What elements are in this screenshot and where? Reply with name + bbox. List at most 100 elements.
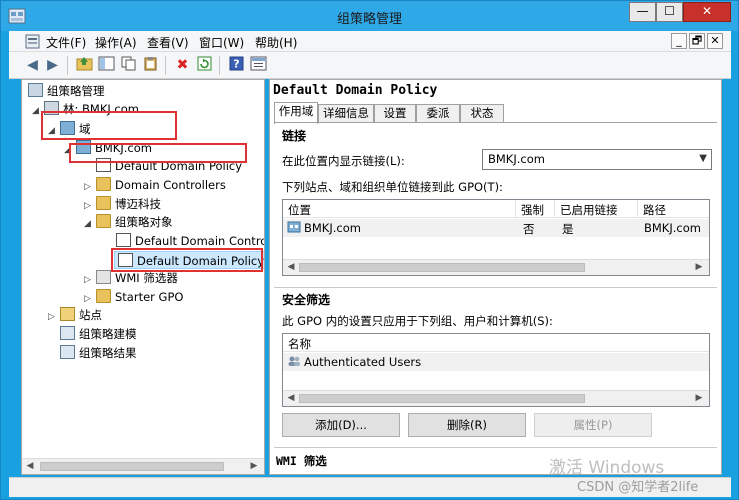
copy-icon[interactable]: [119, 56, 138, 75]
wmi-filtering-heading: WMI 筛选: [276, 454, 327, 468]
mdi-restore-button[interactable]: 🗗: [689, 33, 705, 49]
tree-item-ou[interactable]: ▷ 博迈科技: [84, 195, 161, 213]
scope-tab-body: 链接 在此位置内显示链接(L): BMKJ.com ▼ 下列站点、域和组织单位链…: [274, 122, 717, 472]
tab-details[interactable]: 详细信息: [318, 104, 374, 123]
highlight-box-domain: [69, 143, 247, 163]
menu-action[interactable]: 操作(A): [95, 34, 137, 51]
minimize-button[interactable]: —: [629, 2, 656, 22]
expand-icon[interactable]: ▷: [48, 308, 60, 326]
cell-name: Authenticated Users: [304, 355, 422, 369]
mdi-minimize-button[interactable]: _: [671, 33, 687, 49]
title-bar[interactable]: 组策略管理 — ☐ ✕: [1, 1, 738, 31]
up-folder-icon[interactable]: [75, 56, 94, 75]
scroll-right-icon[interactable]: ▶: [248, 461, 260, 471]
tree-label: 组策略对象: [115, 215, 173, 229]
svg-text:?: ?: [233, 58, 239, 71]
tab-status[interactable]: 状态: [460, 104, 504, 123]
tree-item-domain-controllers[interactable]: ▷ Domain Controllers: [84, 176, 226, 194]
menu-window[interactable]: 窗口(W): [199, 34, 244, 51]
app-window: 组策略管理 — ☐ ✕ 文件(F) 操作(A) 查看(V) 窗口(W) 帮助(H…: [0, 0, 739, 500]
forward-icon[interactable]: ▶: [43, 56, 62, 75]
scroll-right-icon[interactable]: ▶: [693, 393, 705, 403]
tree-label: 博迈科技: [115, 197, 161, 211]
tree-item-modeling[interactable]: 组策略建模: [60, 325, 137, 343]
tree-item-results[interactable]: 组策略结果: [60, 344, 137, 362]
column-location[interactable]: 位置: [283, 200, 516, 218]
links-horizontal-scrollbar[interactable]: ◀ ▶: [283, 259, 709, 275]
linked-objects-label: 下列站点、域和组织单位链接到此 GPO(T):: [282, 180, 503, 194]
tab-delegation[interactable]: 委派: [416, 104, 460, 123]
tree-label: WMI 筛选器: [115, 271, 178, 285]
scroll-thumb[interactable]: [40, 462, 224, 471]
tree-label: Domain Controllers: [115, 178, 226, 192]
help-icon[interactable]: ?: [227, 56, 246, 75]
column-name[interactable]: 名称: [283, 334, 709, 352]
column-link-enabled[interactable]: 已启用链接: [555, 200, 638, 218]
back-icon[interactable]: ◀: [23, 56, 42, 75]
menu-view[interactable]: 查看(V): [147, 34, 189, 51]
tab-settings[interactable]: 设置: [374, 104, 416, 123]
security-filter-list[interactable]: 名称 Authenticated Users ◀ ▶: [282, 333, 710, 407]
tree-label: Default Domain Controll: [135, 234, 265, 248]
links-heading: 链接: [282, 129, 307, 143]
highlight-box-gpo: [111, 248, 263, 272]
security-horizontal-scrollbar[interactable]: ◀ ▶: [283, 390, 709, 406]
column-enforced[interactable]: 强制: [516, 200, 555, 218]
delete-icon[interactable]: ✖: [173, 56, 192, 75]
mdi-close-button[interactable]: ✕: [707, 33, 723, 49]
expand-icon[interactable]: ▷: [84, 178, 96, 196]
tab-scope[interactable]: 作用域: [274, 102, 318, 124]
section-divider: [274, 287, 717, 288]
properties-icon[interactable]: [249, 56, 268, 75]
scroll-left-icon[interactable]: ◀: [285, 393, 297, 403]
gpmc-root-icon: [28, 83, 43, 97]
show-tree-icon[interactable]: [97, 56, 116, 75]
cell-enabled: 是: [562, 222, 574, 236]
expand-icon[interactable]: ▷: [84, 271, 96, 289]
list-item[interactable]: Authenticated Users: [283, 353, 709, 371]
ou-folder-icon: [96, 177, 111, 191]
table-row[interactable]: BMKJ.com 否 是 BMKJ.com: [283, 219, 709, 237]
highlight-box-domains: [41, 111, 177, 140]
tree-item-starter[interactable]: ▷ Starter GPO: [84, 288, 183, 306]
modeling-icon: [60, 326, 75, 340]
close-button[interactable]: ✕: [683, 2, 731, 22]
tree-horizontal-scrollbar[interactable]: ◀ ▶: [22, 458, 264, 474]
scroll-right-icon[interactable]: ▶: [693, 262, 705, 272]
remove-button[interactable]: 删除(R): [408, 413, 526, 437]
console-tree[interactable]: 组策略管理 ◢ 林: BMKJ.com ◢ 域 ◢ BMKJ.com Default …: [21, 79, 265, 475]
scroll-thumb[interactable]: [299, 394, 585, 403]
tree-root[interactable]: 组策略管理: [28, 82, 105, 100]
scroll-thumb[interactable]: [299, 263, 585, 272]
tree-item-gpo-objects[interactable]: ◢ 组策略对象: [84, 213, 173, 231]
paste-icon[interactable]: [141, 56, 160, 75]
details-pane: Default Domain Policy 作用域 详细信息 设置 委派 状态 …: [269, 79, 722, 475]
menu-help[interactable]: 帮助(H): [255, 34, 297, 51]
location-value: BMKJ.com: [488, 152, 545, 166]
links-list[interactable]: 位置 强制 已启用链接 路径 BMKJ.com 否 是 BMKJ.com ◀ ▶: [282, 199, 710, 276]
chevron-down-icon: ▼: [699, 153, 707, 164]
maximize-button[interactable]: ☐: [656, 2, 683, 22]
show-links-label: 在此位置内显示链接(L):: [282, 154, 405, 168]
menu-bar: 文件(F) 操作(A) 查看(V) 窗口(W) 帮助(H) _ 🗗 ✕: [9, 31, 731, 52]
toolbar: ◀ ▶ ✖ ?: [9, 52, 731, 79]
refresh-icon[interactable]: [195, 56, 214, 75]
menu-file[interactable]: 文件(F): [46, 34, 86, 51]
sites-icon: [60, 307, 75, 321]
toolbar-separator: [165, 56, 166, 75]
scroll-left-icon[interactable]: ◀: [285, 262, 297, 272]
toolbar-separator: [219, 56, 220, 75]
console-icon: [25, 34, 40, 49]
gpo-folder-icon: [96, 214, 111, 228]
properties-button[interactable]: 属性(P): [534, 413, 652, 437]
tree-item-sites[interactable]: ▷ 站点: [48, 306, 102, 324]
column-path[interactable]: 路径: [638, 200, 709, 218]
tree-label: 组策略结果: [79, 346, 137, 360]
collapse-icon[interactable]: ◢: [84, 215, 96, 233]
add-button[interactable]: 添加(D)...: [282, 413, 400, 437]
users-group-icon: [287, 355, 301, 370]
scroll-left-icon[interactable]: ◀: [24, 461, 36, 471]
domain-small-icon: [287, 221, 301, 236]
toolbar-separator: [67, 56, 68, 75]
links-location-dropdown[interactable]: BMKJ.com ▼: [482, 149, 712, 170]
